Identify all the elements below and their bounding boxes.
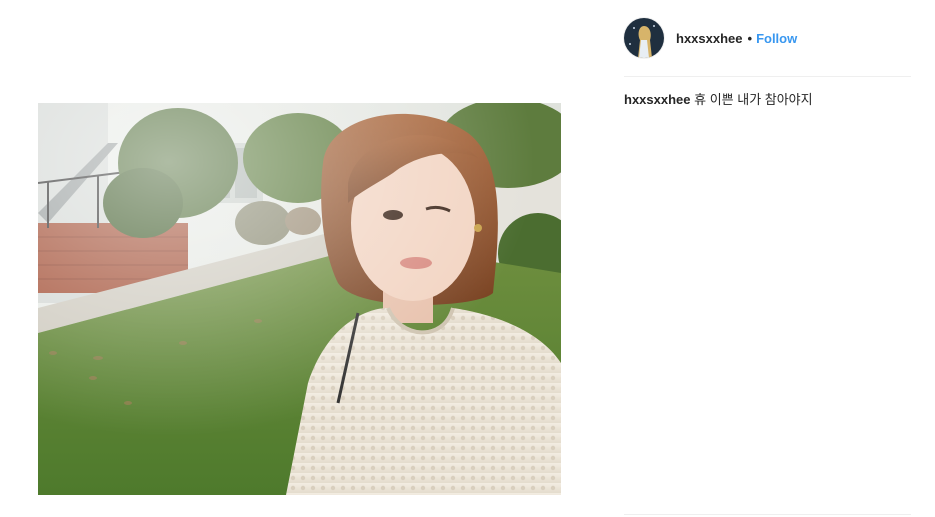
caption-text: 휴 이쁜 내가 참아야지 [694,92,813,107]
caption-username-link[interactable]: hxxsxxhee [624,92,691,107]
separator-dot: • [747,30,753,46]
username-link[interactable]: hxxsxxhee [676,31,743,46]
actions-divider [624,514,911,515]
instagram-post-page: hxxsxxhee • Follow hxxsxxhee 휴 이쁜 내가 참아야… [0,0,935,517]
avatar[interactable] [624,18,664,58]
selfie-photo-image [38,103,561,495]
post-photo[interactable] [38,103,561,495]
post-sidebar: hxxsxxhee • Follow hxxsxxhee 휴 이쁜 내가 참아야… [624,0,911,517]
profile-photo-icon [624,18,664,58]
follow-button[interactable]: Follow [756,31,797,46]
post-header: hxxsxxhee • Follow [624,17,797,59]
post-caption: hxxsxxhee 휴 이쁜 내가 참아야지 [624,91,911,109]
header-divider [624,76,911,77]
